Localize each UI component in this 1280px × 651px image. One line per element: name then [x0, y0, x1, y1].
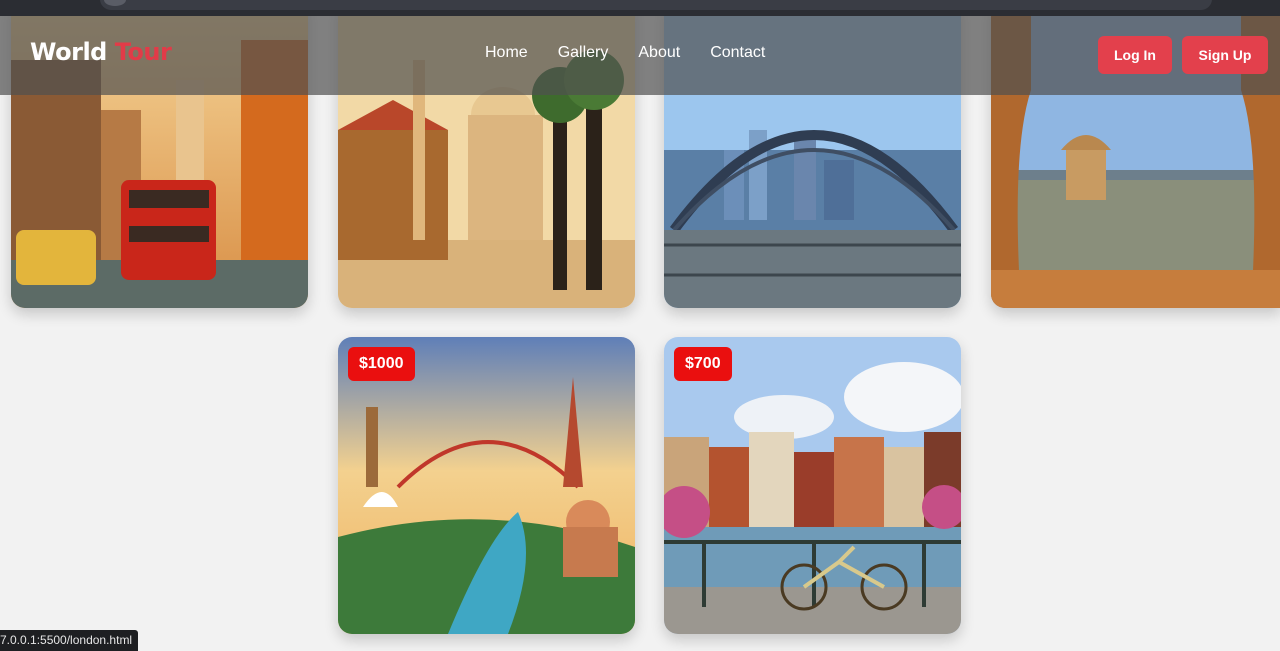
nav-link-about[interactable]: About — [638, 44, 680, 62]
world-landmarks-image — [338, 337, 635, 634]
navbar: World Tour Home Gallery About Contact Lo… — [0, 16, 1280, 95]
price-badge: $700 — [674, 347, 732, 381]
amsterdam-image — [664, 337, 961, 634]
brand-name: World — [30, 38, 107, 66]
nav-link-home[interactable]: Home — [485, 44, 528, 62]
address-bar[interactable] — [100, 0, 1212, 10]
brand-name-accent: Tour — [114, 38, 172, 66]
destination-card-amsterdam[interactable]: $700 — [664, 337, 961, 634]
browser-toolbar — [0, 0, 1280, 16]
signup-button[interactable]: Sign Up — [1182, 36, 1268, 74]
nav-links: Home Gallery About Contact — [485, 44, 765, 62]
nav-link-gallery[interactable]: Gallery — [558, 44, 609, 62]
price-badge: $1000 — [348, 347, 415, 381]
status-bar-url: 7.0.0.1:5500/london.html — [0, 630, 139, 651]
destination-card-world[interactable]: $1000 — [338, 337, 635, 634]
brand-logo[interactable]: World Tour — [30, 38, 172, 66]
nav-link-contact[interactable]: Contact — [710, 44, 765, 62]
login-button[interactable]: Log In — [1098, 36, 1172, 74]
